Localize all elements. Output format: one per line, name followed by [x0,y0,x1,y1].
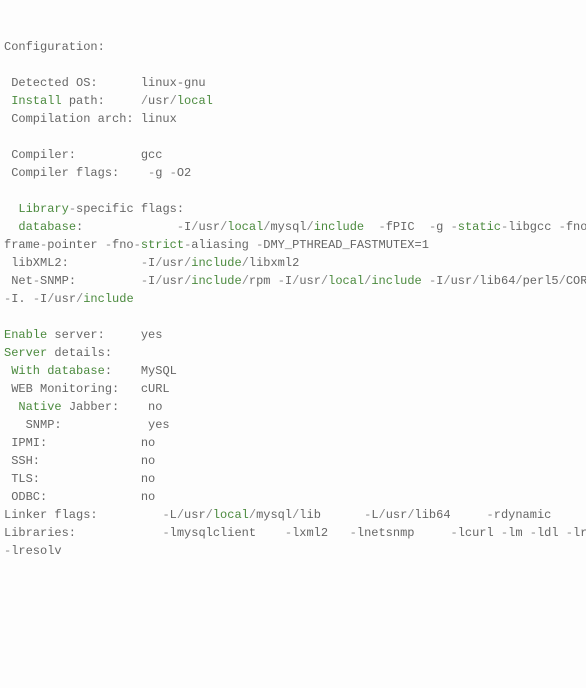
terminal-output: Configuration: Detected OS: linux-gnu In… [4,38,582,560]
